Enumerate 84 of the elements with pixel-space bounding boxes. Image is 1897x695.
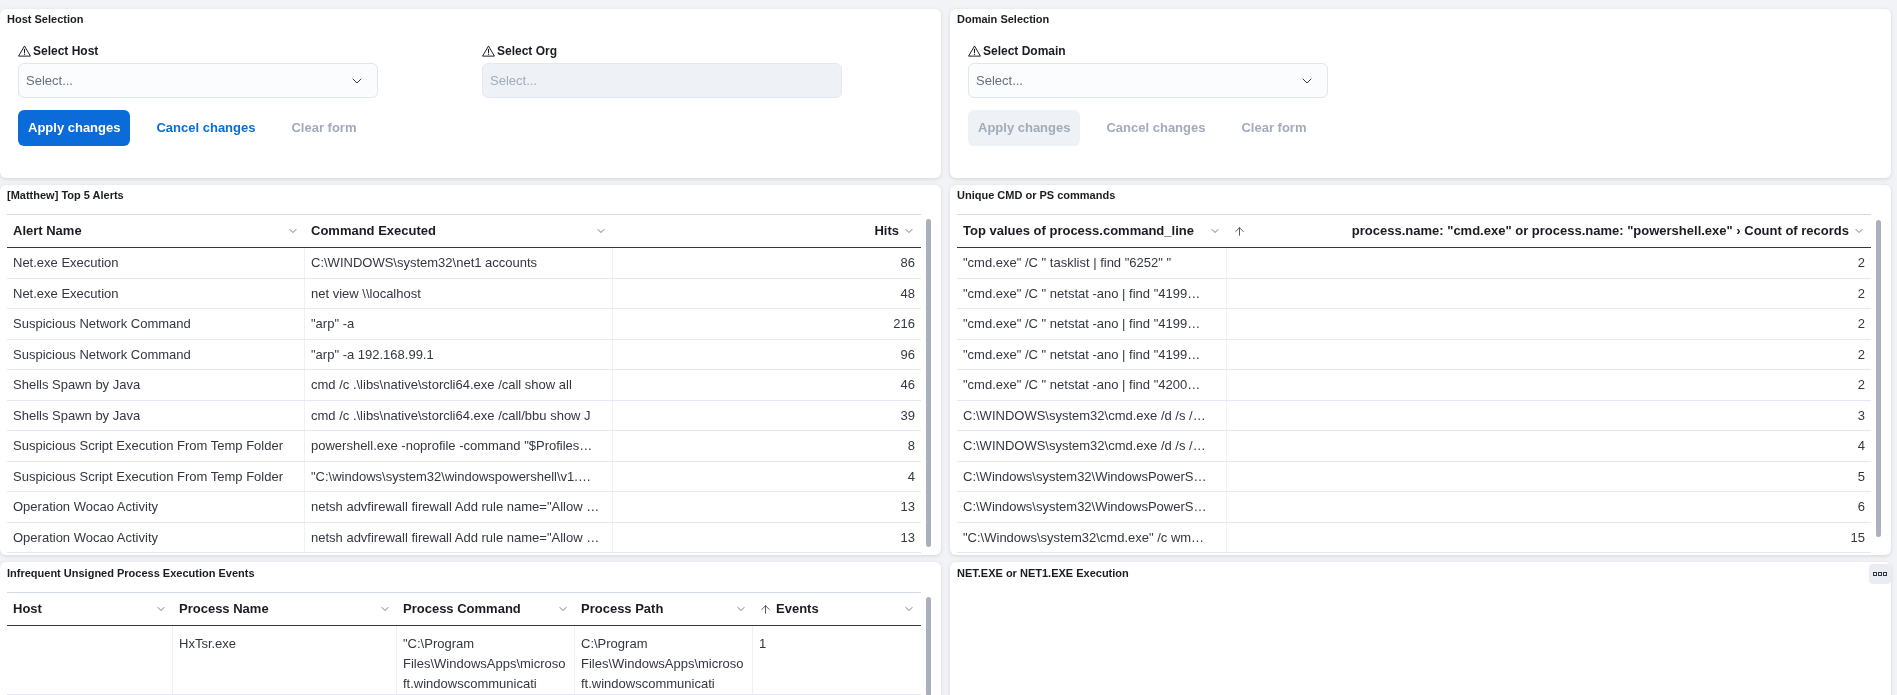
cancel-link[interactable]: Cancel changes: [146, 110, 266, 146]
table-cell-text: 13: [899, 498, 916, 516]
three-squares-icon: [1873, 572, 1887, 576]
table-cell-text: 2: [1856, 254, 1866, 272]
table-cell: C:\WINDOWS\system32\cmd.exe /d /s /…: [957, 400, 1227, 430]
table-cell: Suspicious Network Command: [7, 339, 305, 369]
select-field[interactable]: Select...: [18, 63, 378, 98]
table-cell-text: 3: [1856, 406, 1866, 425]
table-cell: "arp" -a: [305, 309, 613, 339]
table-cell: "C:\Program Files\WindowsApps\microsoft.windowscommunicati: [397, 626, 575, 694]
column-header[interactable]: Host: [7, 593, 173, 625]
column-header[interactable]: Command Executed: [305, 215, 613, 247]
panel-options-button[interactable]: [1869, 564, 1891, 584]
table-cell-text: 2: [1856, 376, 1866, 394]
table-cell: "cmd.exe" /C " netstat -ano | find "4199…: [957, 278, 1227, 308]
table-cell: "cmd.exe" /C " netstat -ano | find "4200…: [957, 370, 1227, 400]
select-field[interactable]: Select...: [968, 63, 1328, 98]
field-label: Select Org: [497, 44, 558, 58]
table-cell: Operation Wocao Activity: [7, 522, 305, 552]
table-cell: C:\Program Files\WindowsApps\microsoft.windowscommunicati: [575, 626, 753, 694]
table-cell: cmd /c .\libs\native\storcli64.exe /call show all: [305, 370, 613, 400]
table-cell: C:\WINDOWS\system32\net1 accounts: [305, 248, 613, 278]
table-cell: "cmd.exe" /C " netstat -ano | find "4199…: [957, 339, 1227, 369]
table-cell-text: 1: [758, 635, 768, 653]
table-cell-text: 39: [899, 406, 916, 425]
table-cell-text: 2: [1856, 315, 1866, 333]
table-cell-text: 6: [1856, 498, 1866, 516]
panel-title: Host Selection: [7, 12, 85, 26]
table-cell: C:\Windows\system32\WindowsPowerS…: [957, 492, 1227, 522]
panel-title: NET.EXE or NET1.EXE Execution: [957, 566, 1129, 580]
table-cell: Operation Wocao Activity: [7, 492, 305, 522]
table-cell-text: 46: [899, 376, 916, 394]
sort-up-icon: [1233, 224, 1246, 238]
table-cell: Shells Spawn by Java: [7, 400, 305, 430]
table-cell: Suspicious Network Command: [7, 309, 305, 339]
table-cell-text: 5: [1856, 467, 1866, 486]
column-header[interactable]: Process Path: [575, 593, 753, 625]
table-cell: C:\Windows\system32\WindowsPowerS…: [957, 461, 1227, 491]
table-cell-text: 13: [899, 528, 916, 547]
table-cell: Net.exe Execution: [7, 278, 305, 308]
panel-title: Domain Selection: [957, 12, 1051, 26]
table-cell: HxTsr.exe: [173, 626, 397, 694]
scrollbar-thumb[interactable]: [1876, 220, 1881, 537]
scrollbar-thumb[interactable]: [926, 597, 931, 695]
table-cell-text: 48: [899, 284, 916, 303]
column-header[interactable]: Hits: [613, 215, 921, 247]
table-cell: powershell.exe -noprofile -command "$Profiles…: [305, 431, 613, 461]
table-cell-text: 86: [899, 254, 916, 272]
column-header[interactable]: Top values of process.command_line: [957, 215, 1227, 247]
column-header[interactable]: Process Name: [173, 593, 397, 625]
table-cell: netsh advfirewall firewall Add rule name="Allow …: [305, 492, 613, 522]
table-cell: "cmd.exe" /C " netstat -ano | find "4199…: [957, 309, 1227, 339]
table-cell: Suspicious Script Execution From Temp Folder: [7, 461, 305, 491]
table-cell: Suspicious Script Execution From Temp Folder: [7, 431, 305, 461]
table-cell-text: 216: [892, 315, 916, 333]
sort-up-icon: [759, 602, 772, 616]
column-header[interactable]: Process Command: [397, 593, 575, 625]
table-cell-text: 2: [1856, 284, 1866, 303]
table-cell: net view \\localhost: [305, 278, 613, 308]
apply-button[interactable]: Apply changes: [18, 110, 131, 146]
column-header[interactable]: Events: [753, 593, 921, 625]
table-cell: Shells Spawn by Java: [7, 370, 305, 400]
table-cell: C:\WINDOWS\system32\cmd.exe /d /s /…: [957, 431, 1227, 461]
field-label: Select Domain: [983, 44, 1066, 58]
panel-title: Unique CMD or PS commands: [957, 188, 1117, 202]
table-cell-text: 15: [1849, 528, 1866, 547]
table-cell: netsh advfirewall firewall Add rule name="Allow …: [305, 522, 613, 552]
table-cell: "cmd.exe" /C " tasklist | find "6252" ": [957, 248, 1227, 278]
table-cell-text: 2: [1856, 345, 1866, 364]
table-cell-text: 4: [1856, 437, 1866, 455]
field-label: Select Host: [33, 44, 99, 58]
table-cell: "arp" -a 192.168.99.1: [305, 339, 613, 369]
column-header[interactable]: process.name: "cmd.exe" or process.name: "powershell.exe" › Count of records: [1227, 215, 1871, 247]
panel-title: [Matthew] Top 5 Alerts: [7, 188, 125, 202]
table-cell: "C:\windows\system32\windowspowershell\v1.…: [305, 461, 613, 491]
column-header[interactable]: Alert Name: [7, 215, 305, 247]
table-cell-text: 8: [906, 437, 916, 455]
scrollbar-thumb[interactable]: [926, 219, 931, 547]
table-cell: cmd /c .\libs\native\storcli64.exe /call/bbu show J: [305, 400, 613, 430]
table-cell: "C:\Windows\system32\cmd.exe" /c wm…: [957, 522, 1227, 552]
panel-title: Infrequent Unsigned Process Execution Events: [7, 566, 256, 580]
table-cell-text: 96: [899, 345, 916, 364]
table-cell-text: 4: [906, 467, 916, 486]
table-cell: Net.exe Execution: [7, 248, 305, 278]
